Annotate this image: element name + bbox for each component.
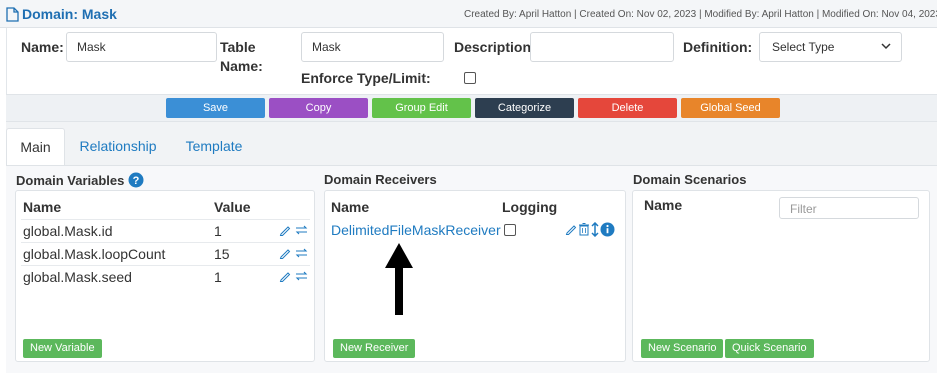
variables-col-value: Value [214,199,251,215]
variables-col-name: Name [23,199,62,215]
variable-name: global.Mask.id [23,223,113,239]
categorize-button[interactable]: Categorize [475,98,574,118]
save-button[interactable]: Save [166,98,265,118]
variable-name: global.Mask.seed [23,269,132,285]
receivers-col-logging: Logging [502,199,558,215]
pencil-icon[interactable] [279,270,291,282]
content-area: Main Relationship Template Domain Variab… [6,122,937,373]
tab-template[interactable]: Template [178,128,250,165]
pencil-icon[interactable] [565,223,577,235]
chevron-down-icon [881,43,891,50]
svg-text:?: ? [133,175,140,187]
new-receiver-button[interactable]: New Receiver [333,339,416,358]
scenarios-col-name: Name [644,197,683,213]
swap-icon[interactable] [295,247,308,259]
receivers-title-text: Domain Receivers [324,172,437,187]
scenarios-panel: Name Filter New Scenario Quick Scenario [632,190,930,362]
description-input[interactable] [530,32,674,62]
scenario-filter-input[interactable]: Filter [779,197,919,219]
move-vertical-icon[interactable] [591,222,599,237]
global-seed-button[interactable]: Global Seed [681,98,780,118]
new-variable-button[interactable]: New Variable [23,339,102,358]
definition-label: Definition: [683,39,753,55]
receiver-logging-checkbox[interactable] [504,224,516,236]
definition-select-value: Select Type [772,40,835,54]
main-tab-panel: Domain Variables ? Name Value global.Mas… [6,165,937,373]
title-bar: Domain: Mask Created By: April Hatton | … [0,0,937,28]
definition-select[interactable]: Select Type [759,32,902,62]
variable-value: 15 [214,246,230,262]
enforce-label: Enforce Type/Limit: [301,70,431,86]
tab-main[interactable]: Main [6,128,65,165]
variable-name: global.Mask.loopCount [23,246,166,262]
table-row: global.Mask.seed 1 [21,265,310,288]
variables-section-title: Domain Variables ? [16,172,144,188]
tab-relationship[interactable]: Relationship [72,128,164,165]
enforce-checkbox[interactable] [464,72,476,84]
table-row: global.Mask.id 1 [21,219,310,242]
scenarios-title-text: Domain Scenarios [633,172,747,187]
new-scenario-button[interactable]: New Scenario [641,339,724,358]
group-edit-button[interactable]: Group Edit [372,98,471,118]
table-name-label-line2: Name: [220,58,263,74]
name-input[interactable]: Mask [66,32,217,62]
scenarios-section-title: Domain Scenarios [633,172,746,187]
copy-button[interactable]: Copy [269,98,368,118]
receivers-col-name: Name [331,199,370,215]
page-title-text: Domain: Mask [22,6,117,22]
receiver-name-link[interactable]: DelimitedFileMaskReceiver [331,222,501,238]
name-label: Name: [21,39,64,55]
swap-icon[interactable] [295,224,308,236]
domain-form: Name: Mask Table Name: Mask Description:… [6,28,937,94]
action-toolbar: Save Copy Group Edit Categorize Delete G… [6,94,937,122]
audit-info: Created By: April Hatton | Created On: N… [464,9,937,20]
table-name-input[interactable]: Mask [301,32,444,62]
swap-icon[interactable] [295,270,308,282]
table-row: global.Mask.loopCount 15 [21,242,310,265]
receivers-section-title: Domain Receivers [324,172,437,187]
variable-value: 1 [214,223,222,239]
description-label: Description: [454,39,536,55]
variables-panel: Name Value global.Mask.id 1 global.Mask.… [15,190,315,362]
info-icon[interactable] [600,222,615,237]
page-title: Domain: Mask [6,6,117,22]
pencil-icon[interactable] [279,224,291,236]
variable-value: 1 [214,269,222,285]
help-icon[interactable]: ? [128,172,144,188]
tab-bar: Main Relationship Template [6,122,937,165]
document-icon [6,6,19,22]
table-row: DelimitedFileMaskReceiver [327,219,623,242]
table-name-label-line1: Table [220,39,256,55]
trash-icon[interactable] [579,223,589,236]
delete-button[interactable]: Delete [578,98,677,118]
receivers-panel: Name Logging DelimitedFileMaskReceiver N… [324,190,626,362]
pencil-icon[interactable] [279,247,291,259]
quick-scenario-button[interactable]: Quick Scenario [725,339,814,358]
annotation-arrow-icon [385,243,413,315]
variables-title-text: Domain Variables [16,172,125,188]
